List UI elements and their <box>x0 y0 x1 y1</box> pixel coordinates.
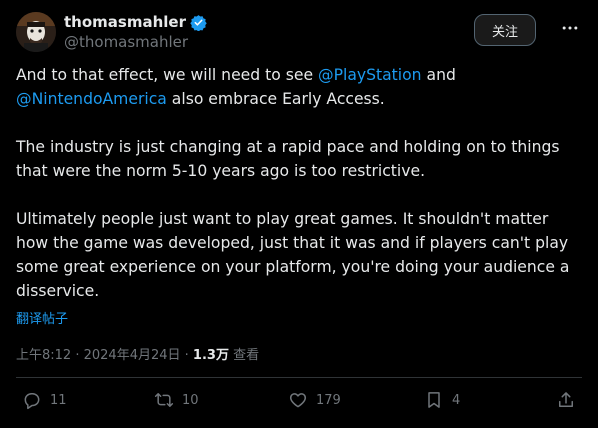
bookmark-icon <box>428 392 440 408</box>
bookmark-count: 4 <box>452 392 461 408</box>
like-button[interactable]: 179 <box>288 390 341 410</box>
more-icon[interactable] <box>558 16 582 40</box>
tweet-text-segment: And to that effect, we will need to see <box>16 66 318 84</box>
tweet-text: And to that effect, we will need to see … <box>16 63 582 327</box>
display-name[interactable]: thomasmahler <box>64 13 186 31</box>
tweet-text-segment: and <box>421 66 456 84</box>
views-count: 1.3万 <box>192 348 229 363</box>
mention-playstation-link[interactable]: @PlayStation <box>318 66 422 84</box>
mention-nintendoamerica-link[interactable]: @NintendoAmerica <box>16 90 167 108</box>
views-label: 查看 <box>228 348 260 363</box>
repost-count: 10 <box>182 392 199 408</box>
translate-post-link[interactable]: 翻译帖子 <box>16 308 68 327</box>
share-button[interactable] <box>556 390 576 410</box>
follow-button[interactable]: 关注 <box>474 14 536 46</box>
tweet-time[interactable]: 上午8:12 <box>16 348 71 363</box>
like-count: 179 <box>316 392 341 408</box>
tweet-paragraph-2: The industry is just changing at a rapid… <box>16 138 560 180</box>
like-icon <box>289 393 307 408</box>
meta-separator: · <box>180 348 193 363</box>
tweet-header: thomasmahler @thomasmahler 关注 <box>16 10 582 54</box>
repost-icon <box>154 393 174 407</box>
author-names: thomasmahler @thomasmahler <box>64 12 207 51</box>
tweet-paragraph-3: Ultimately people just want to play grea… <box>16 210 570 300</box>
verified-badge-icon[interactable] <box>190 14 207 31</box>
tweet-metadata: 上午8:12 · 2024年4月24日 · 1.3万 查看 <box>16 344 259 363</box>
reply-button[interactable]: 11 <box>22 390 67 410</box>
tweet-paragraph-1: And to that effect, we will need to see … <box>16 63 582 111</box>
handle[interactable]: @thomasmahler <box>64 33 207 51</box>
reply-icon <box>24 393 40 410</box>
tweet-text-segment: also embrace Early Access. <box>166 90 385 108</box>
bookmark-button[interactable]: 4 <box>424 390 460 410</box>
meta-separator: · <box>71 348 84 363</box>
divider <box>16 377 582 378</box>
action-bar: 11 10 179 4 <box>16 390 582 418</box>
tweet-date[interactable]: 2024年4月24日 <box>84 348 181 363</box>
repost-button[interactable]: 10 <box>154 390 199 410</box>
avatar[interactable] <box>16 12 56 52</box>
reply-count: 11 <box>50 392 67 408</box>
share-icon <box>559 392 573 407</box>
